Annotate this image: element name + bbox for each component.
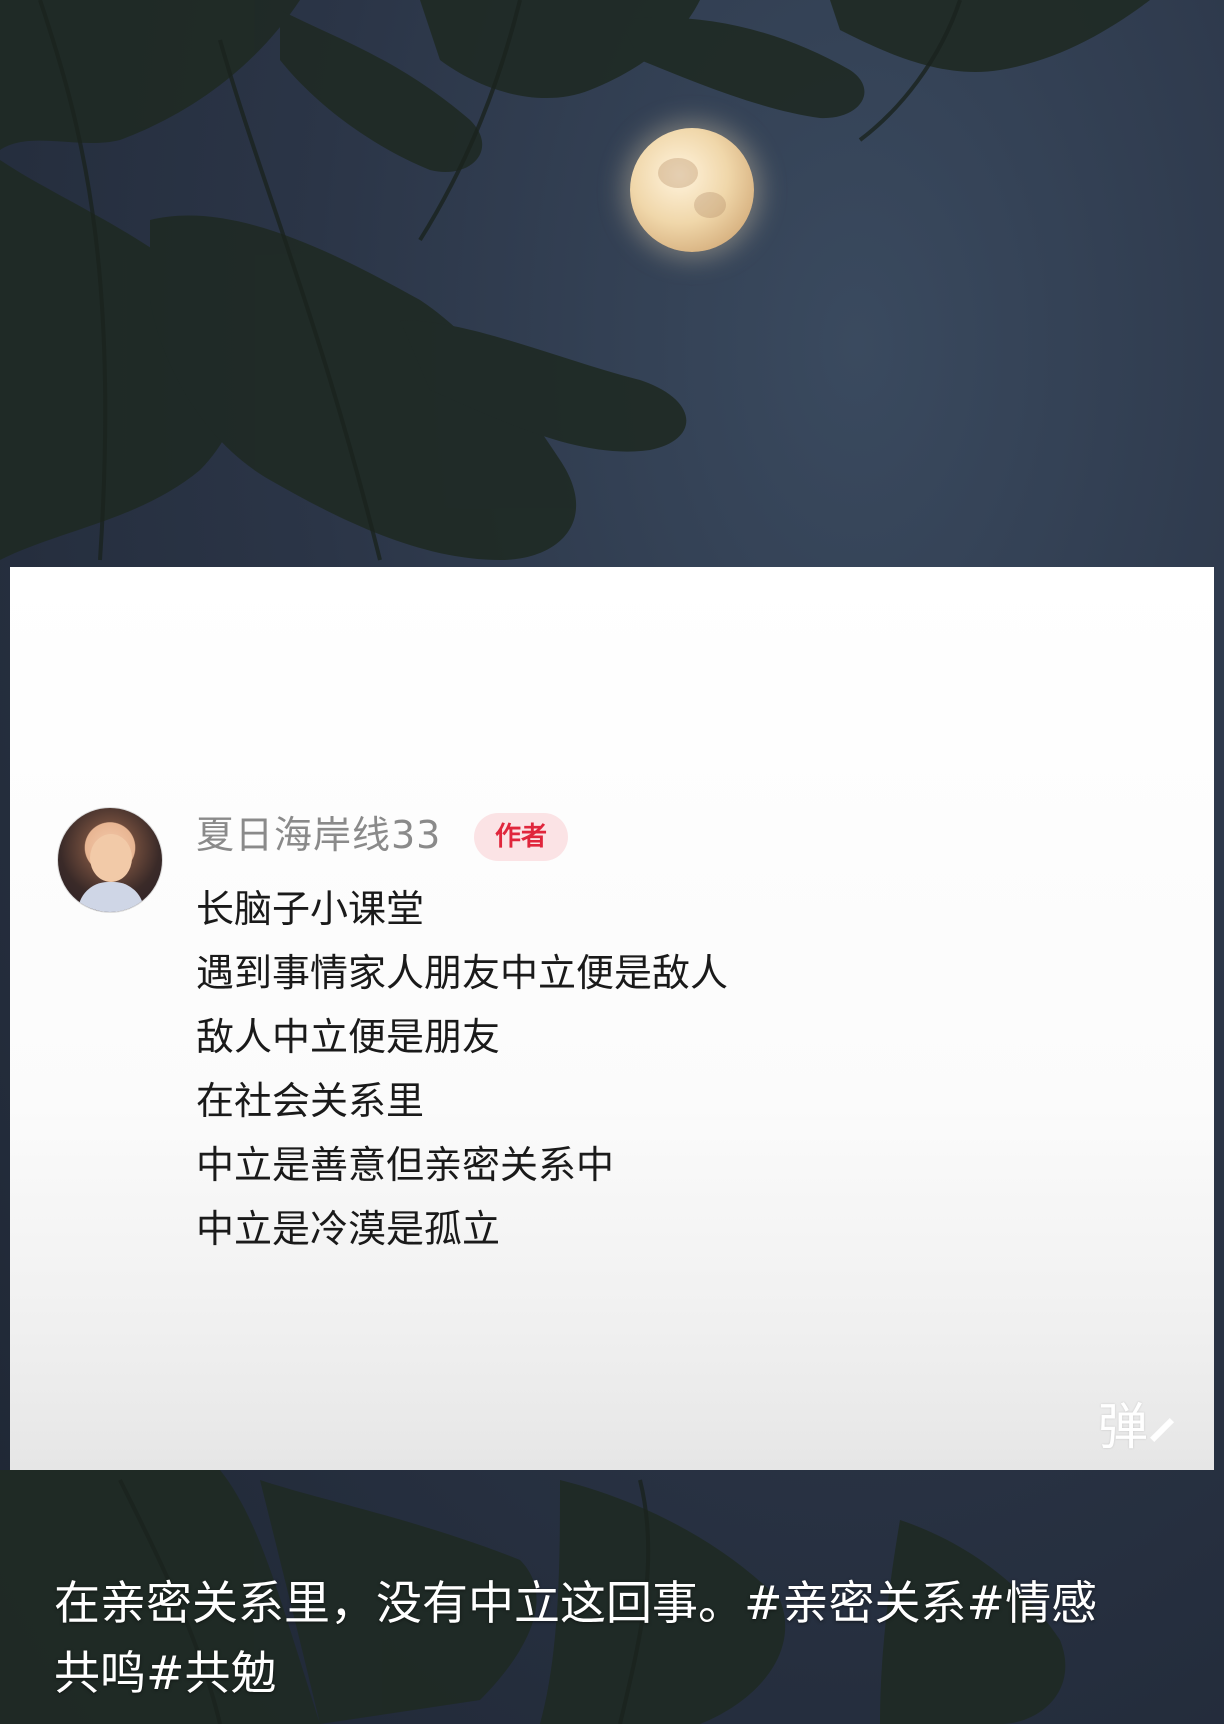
full-moon	[630, 128, 754, 252]
comment-line: 在社会关系里	[196, 1079, 425, 1123]
avatar-face	[90, 834, 132, 882]
comment-line: 中立是善意但亲密关系中	[196, 1143, 615, 1187]
username[interactable]: 夏日海岸线33	[196, 809, 441, 861]
caption-line: 在亲密关系里，没有中立这回事。#亲密关系#情感	[54, 1576, 1098, 1630]
comment-line: 遇到事情家人朋友中立便是敌人	[196, 951, 729, 995]
author-badge: 作者	[474, 813, 568, 861]
comment-line: 敌人中立便是朋友	[196, 1015, 501, 1059]
comment-text: 长脑子小课堂 遇到事情家人朋友中立便是敌人 敌人中立便是朋友 在社会关系里 中立…	[196, 877, 728, 1261]
caption-line: 共鸣#共勉	[54, 1646, 277, 1700]
avatar[interactable]	[57, 807, 163, 913]
comment-line: 长脑子小课堂	[196, 887, 425, 931]
comment-line: 中立是冷漠是孤立	[196, 1207, 501, 1251]
video-caption: 在亲密关系里，没有中立这回事。#亲密关系#情感 共鸣#共勉	[54, 1568, 1184, 1708]
avatar-body	[78, 882, 144, 912]
comment-card: 夏日海岸线33 作者 长脑子小课堂 遇到事情家人朋友中立便是敌人 敌人中立便是朋…	[10, 567, 1214, 1470]
